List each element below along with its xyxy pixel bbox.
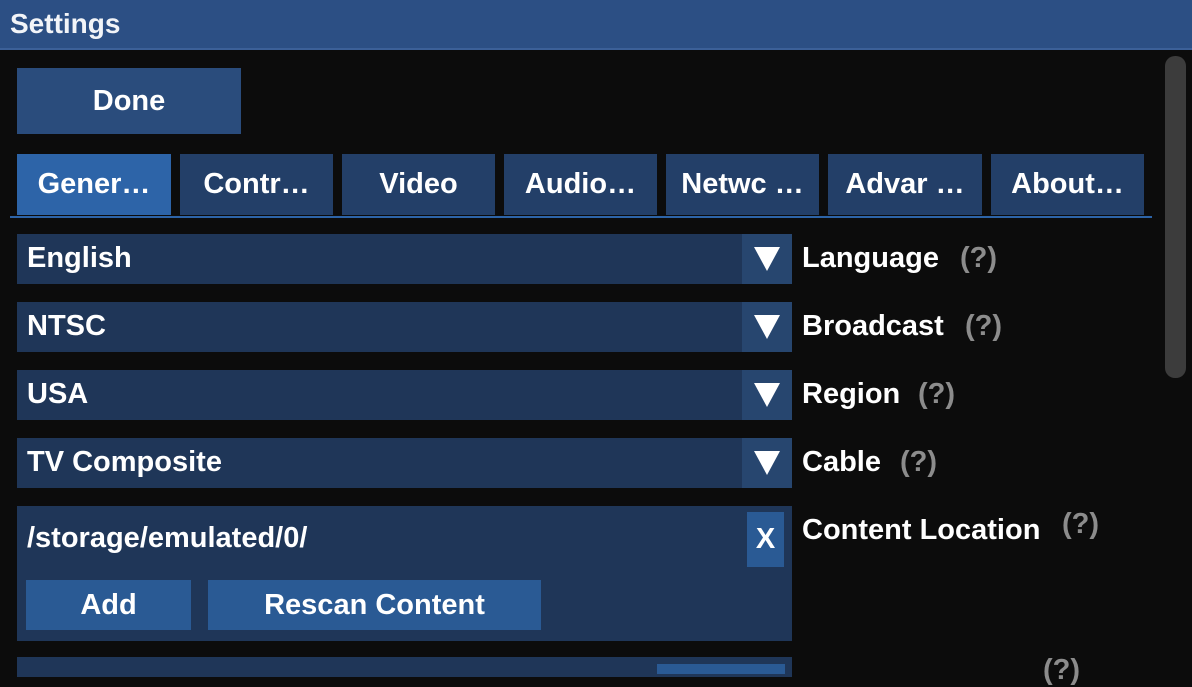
region-dropdown-toggle[interactable] — [742, 370, 792, 420]
next-setting-button[interactable] — [657, 664, 785, 674]
cable-help[interactable]: (?) — [900, 446, 937, 479]
broadcast-value: NTSC — [27, 310, 106, 342]
content-location-box: /storage/emulated/0/ X Add Rescan Conten… — [17, 506, 792, 641]
cable-dropdown[interactable]: TV Composite — [17, 438, 792, 488]
cable-dropdown-toggle[interactable] — [742, 438, 792, 488]
tab-video[interactable]: Video — [342, 154, 495, 215]
content-location-label: Content Location — [802, 514, 1041, 546]
tab-controls[interactable]: Contr… — [180, 154, 333, 215]
language-label: Language — [802, 242, 939, 274]
triangle-down-icon — [754, 451, 780, 475]
next-setting-help[interactable]: (?) — [1043, 654, 1080, 687]
rescan-content-button[interactable]: Rescan Content — [208, 580, 541, 630]
title-bar: Settings — [0, 0, 1192, 50]
tab-advanced[interactable]: Advar … — [828, 154, 982, 215]
region-value: USA — [27, 378, 89, 410]
language-dropdown[interactable]: English — [17, 234, 792, 284]
broadcast-dropdown[interactable]: NTSC — [17, 302, 792, 352]
broadcast-help[interactable]: (?) — [965, 310, 1002, 343]
broadcast-label: Broadcast — [802, 310, 944, 342]
tab-about[interactable]: About… — [991, 154, 1144, 215]
region-help[interactable]: (?) — [918, 378, 955, 411]
triangle-down-icon — [754, 247, 780, 271]
triangle-down-icon — [754, 315, 780, 339]
done-button[interactable]: Done — [17, 68, 241, 134]
tab-audio[interactable]: Audio… — [504, 154, 657, 215]
language-value: English — [27, 242, 132, 274]
remove-location-button[interactable]: X — [747, 512, 784, 567]
language-dropdown-toggle[interactable] — [742, 234, 792, 284]
content-location-help[interactable]: (?) — [1062, 508, 1099, 541]
cable-label: Cable — [802, 446, 881, 478]
tab-network[interactable]: Netwc … — [666, 154, 819, 215]
language-help[interactable]: (?) — [960, 242, 997, 275]
window-title: Settings — [10, 8, 121, 39]
broadcast-dropdown-toggle[interactable] — [742, 302, 792, 352]
region-dropdown[interactable]: USA — [17, 370, 792, 420]
scrollbar-thumb[interactable] — [1165, 56, 1186, 378]
region-label: Region — [802, 378, 901, 410]
cable-value: TV Composite — [27, 446, 222, 478]
tab-general[interactable]: Gener… — [17, 154, 171, 215]
triangle-down-icon — [754, 383, 780, 407]
content-location-path: /storage/emulated/0/ — [27, 522, 308, 554]
add-location-button[interactable]: Add — [26, 580, 191, 630]
tab-underline — [10, 216, 1152, 218]
